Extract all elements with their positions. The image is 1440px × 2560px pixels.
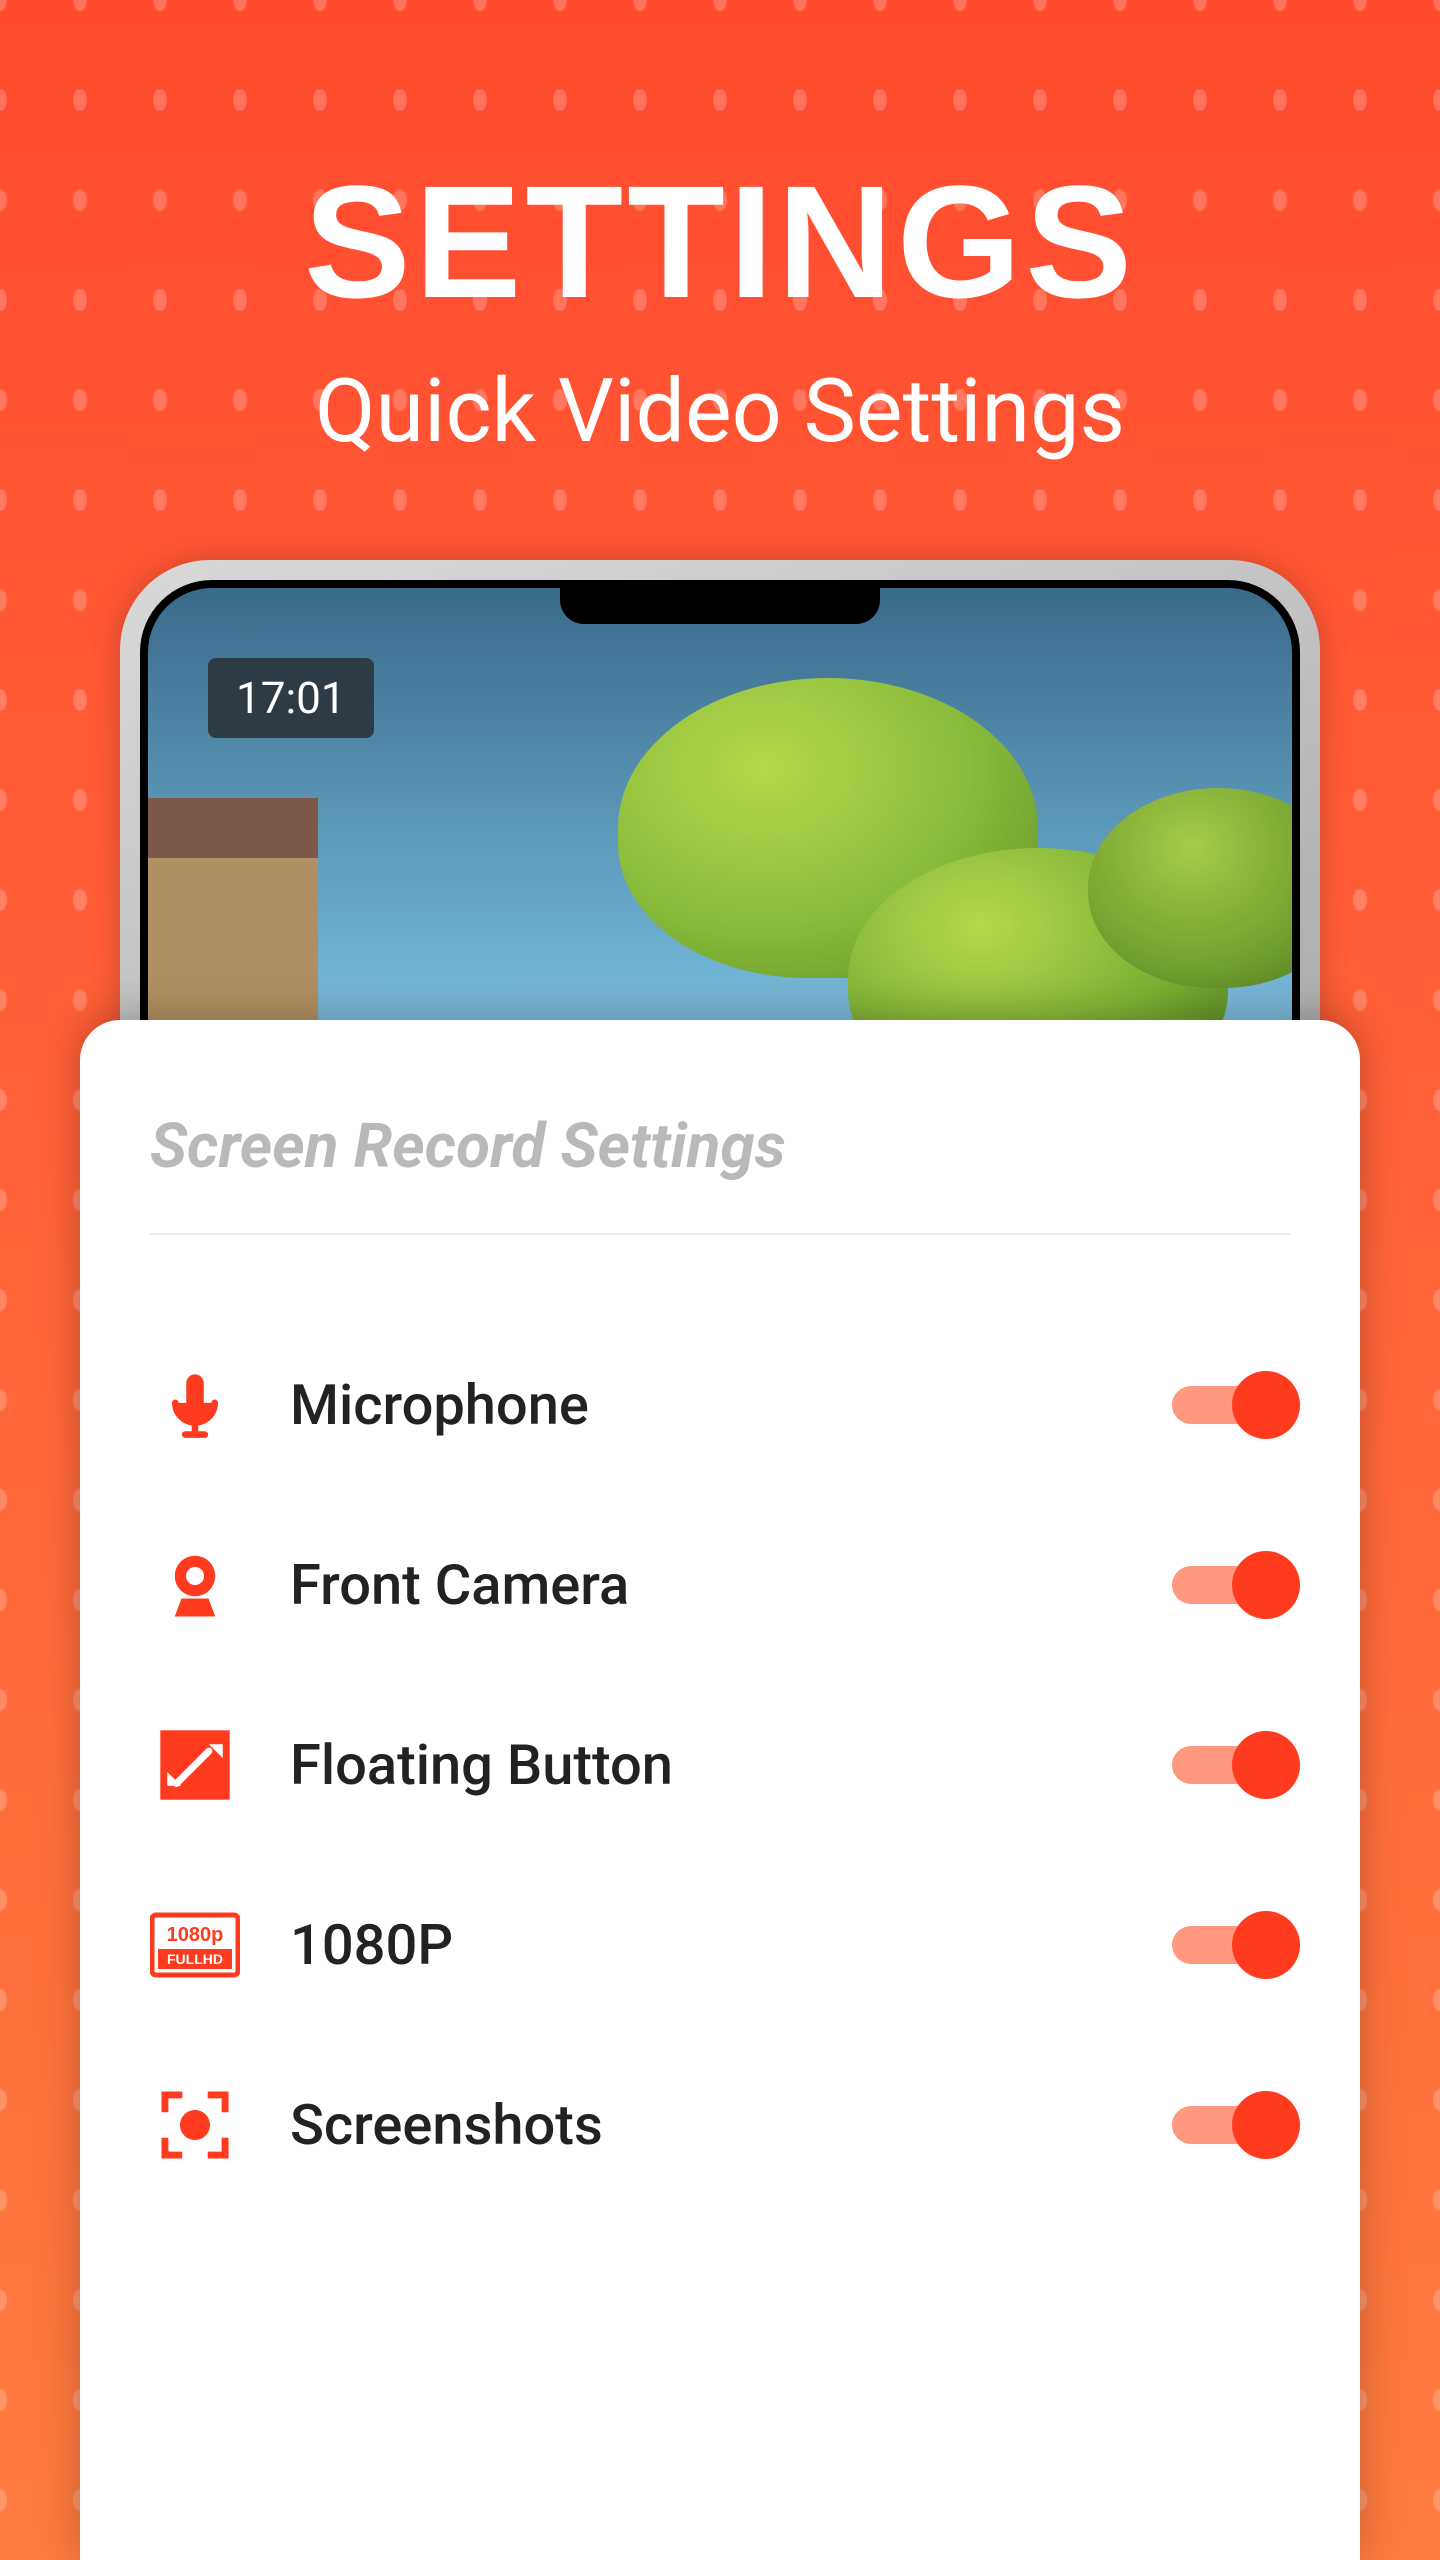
setting-row-1080p[interactable]: 1080p FULLHD 1080P — [150, 1855, 1290, 2035]
setting-label: 1080P — [290, 1912, 1122, 1978]
scene-house — [148, 798, 318, 1058]
settings-panel: Screen Record Settings Microphone — [80, 1020, 1360, 2560]
1080p-toggle[interactable] — [1172, 1926, 1290, 1964]
settings-list: Microphone Front Camera — [150, 1315, 1290, 2215]
svg-text:FULLHD: FULLHD — [167, 1951, 223, 1967]
setting-label: Front Camera — [290, 1552, 1122, 1618]
floating-button-toggle[interactable] — [1172, 1746, 1290, 1784]
camera-icon — [150, 1540, 240, 1630]
svg-text:1080p: 1080p — [167, 1924, 224, 1946]
floating-button-icon — [150, 1720, 240, 1810]
setting-label: Microphone — [290, 1372, 1122, 1438]
screenshot-icon — [150, 2080, 240, 2170]
1080p-icon: 1080p FULLHD — [150, 1900, 240, 1990]
microphone-icon — [150, 1360, 240, 1450]
panel-title: Screen Record Settings — [150, 1110, 1290, 1235]
setting-row-microphone[interactable]: Microphone — [150, 1315, 1290, 1495]
phone-notch — [560, 588, 880, 624]
status-time: 17:01 — [208, 658, 374, 738]
page-subtitle: Quick Video Settings — [0, 360, 1440, 463]
front-camera-toggle[interactable] — [1172, 1566, 1290, 1604]
setting-row-front-camera[interactable]: Front Camera — [150, 1495, 1290, 1675]
setting-row-screenshots[interactable]: Screenshots — [150, 2035, 1290, 2215]
microphone-toggle[interactable] — [1172, 1386, 1290, 1424]
setting-label: Floating Button — [290, 1732, 1122, 1798]
page-title: SETTINGS — [0, 150, 1440, 334]
setting-row-floating-button[interactable]: Floating Button — [150, 1675, 1290, 1855]
setting-label: Screenshots — [290, 2092, 1122, 2158]
screenshots-toggle[interactable] — [1172, 2106, 1290, 2144]
